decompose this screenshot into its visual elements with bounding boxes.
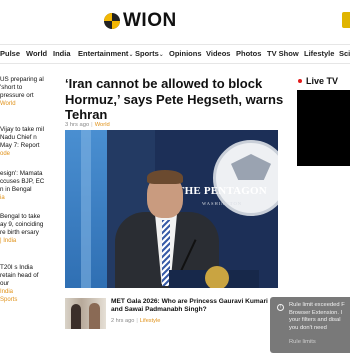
story-tag: World	[0, 101, 16, 107]
chevron-down-icon: ⌄	[158, 52, 164, 58]
toast-message: Rule limit exceeded F Browser Extension.…	[289, 302, 345, 331]
live-tv-heading[interactable]: Live TV	[298, 76, 338, 86]
hero-flag-fold	[81, 130, 91, 288]
nav-item-photos[interactable]: Photos	[236, 49, 261, 58]
story-title: Bengal to take ay 9, coinciding re birth…	[0, 213, 44, 236]
logo-text: WION	[123, 10, 177, 31]
story-tag: | India	[0, 238, 17, 244]
nav-item-opinions[interactable]: Opinions	[169, 49, 202, 58]
live-tv-label: Live TV	[306, 76, 339, 86]
nav-item-sports[interactable]: Sports⌄	[135, 49, 164, 58]
list-item[interactable]: Sports	[0, 296, 48, 304]
nav-item-videos[interactable]: Videos	[206, 49, 230, 58]
site-logo[interactable]: WION	[104, 10, 177, 31]
hero-sign-subtext: WASHINGTON	[202, 201, 242, 206]
story-tag: India	[0, 289, 14, 295]
story-title: T20I s India retain head of our	[0, 264, 39, 287]
main-nav: Pulse World India Entertainment⌄ Sports⌄…	[0, 44, 350, 64]
story-category[interactable]: Lifestyle	[140, 318, 161, 324]
nav-item-tv-show[interactable]: TV Show	[267, 49, 299, 58]
article-time: 3 hrs ago	[65, 122, 90, 128]
story-title[interactable]: MET Gala 2026: Who are Princess Gauravi …	[111, 298, 271, 315]
article-hero-image[interactable]: THE PENTAGON WASHINGTON	[65, 130, 278, 288]
story-tag: Sports	[0, 297, 18, 303]
story-time: 2 hrs ago	[111, 318, 135, 324]
list-item[interactable]: esign': Mamata ccuses BJP, EC n in Benga…	[0, 170, 48, 202]
nav-item-science[interactable]: Scie	[339, 49, 350, 58]
story-title: esign': Mamata ccuses BJP, EC n in Benga…	[0, 170, 45, 193]
wion-logo-icon	[104, 13, 120, 29]
nav-item-world[interactable]: World	[26, 49, 47, 58]
list-item[interactable]: Bengal to take ay 9, coinciding re birth…	[0, 213, 48, 245]
story-title: US preparing al 'short to pressure ort	[0, 76, 44, 99]
rule-limits-link[interactable]: Rule limits	[289, 339, 316, 347]
info-icon: !	[277, 304, 284, 311]
live-dot-icon	[298, 79, 302, 83]
list-item[interactable]: T20I s India retain head of our India	[0, 264, 48, 296]
nav-item-entertainment[interactable]: Entertainment⌄	[78, 49, 133, 58]
site-header: WION	[0, 0, 350, 42]
story-thumbnail[interactable]	[65, 298, 106, 329]
nav-item-pulse[interactable]: Pulse	[0, 49, 20, 58]
article-meta: 3 hrs ago | World	[65, 122, 110, 128]
hero-sign-text: THE PENTAGON	[177, 185, 267, 197]
article-category[interactable]: World	[95, 122, 110, 128]
thumbnail-figure	[89, 303, 100, 329]
list-item[interactable]: Vijay to take mil Nadu Chief n May 7: Re…	[0, 126, 48, 158]
story-tag: ia	[0, 195, 5, 201]
nav-item-lifestyle[interactable]: Lifestyle	[304, 49, 334, 58]
nav-item-india[interactable]: India	[53, 49, 71, 58]
speaker-hair	[147, 170, 183, 184]
article-headline[interactable]: ‘Iran cannot be allowed to block Hormuz,…	[65, 76, 285, 123]
live-tv-player[interactable]	[297, 90, 350, 166]
podium-seal	[205, 266, 229, 288]
header-corner-badge[interactable]	[342, 12, 350, 28]
story-tag: ode	[0, 151, 11, 157]
list-item[interactable]: US preparing al 'short to pressure ort W…	[0, 76, 48, 108]
story-title: Vijay to take mil Nadu Chief n May 7: Re…	[0, 126, 44, 149]
extension-toast: ! Rule limit exceeded F Browser Extensio…	[270, 297, 350, 353]
chevron-down-icon: ⌄	[128, 52, 134, 58]
story-meta: 2 hrs ago | Lifestyle	[111, 318, 161, 324]
thumbnail-figure	[71, 304, 81, 329]
